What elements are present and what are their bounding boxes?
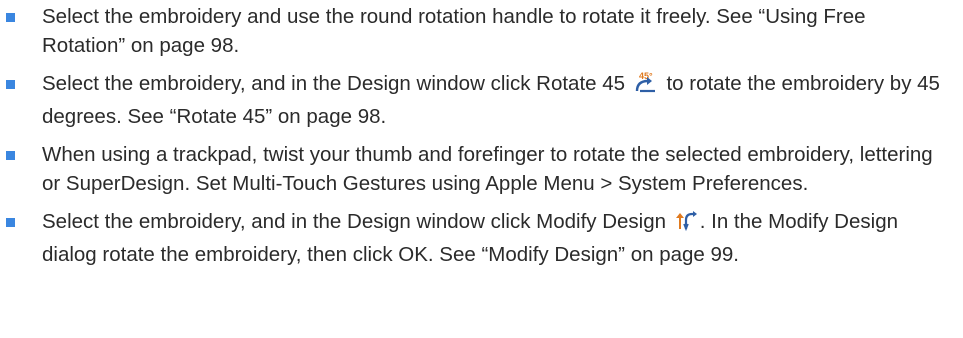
bullet-marker bbox=[6, 80, 15, 89]
modify-design-icon bbox=[674, 210, 698, 240]
item-text: Select the embroidery, and in the Design… bbox=[42, 72, 626, 95]
list-item: Select the embroidery, and in the Design… bbox=[0, 69, 963, 131]
list-item: When using a trackpad, twist your thumb … bbox=[0, 140, 963, 198]
item-text: Select the embroidery and use the round … bbox=[42, 5, 866, 57]
list-item: Select the embroidery, and in the Design… bbox=[0, 207, 963, 269]
item-text: When using a trackpad, twist your thumb … bbox=[42, 143, 933, 195]
bullet-list: Select the embroidery and use the round … bbox=[0, 0, 963, 278]
rotate-45-icon: 45° bbox=[633, 70, 659, 102]
bullet-marker bbox=[6, 151, 15, 160]
bullet-marker bbox=[6, 218, 15, 227]
list-item: Select the embroidery and use the round … bbox=[0, 2, 963, 60]
bullet-marker bbox=[6, 13, 15, 22]
svg-text:45°: 45° bbox=[639, 71, 653, 81]
item-text: Select the embroidery, and in the Design… bbox=[42, 210, 667, 233]
